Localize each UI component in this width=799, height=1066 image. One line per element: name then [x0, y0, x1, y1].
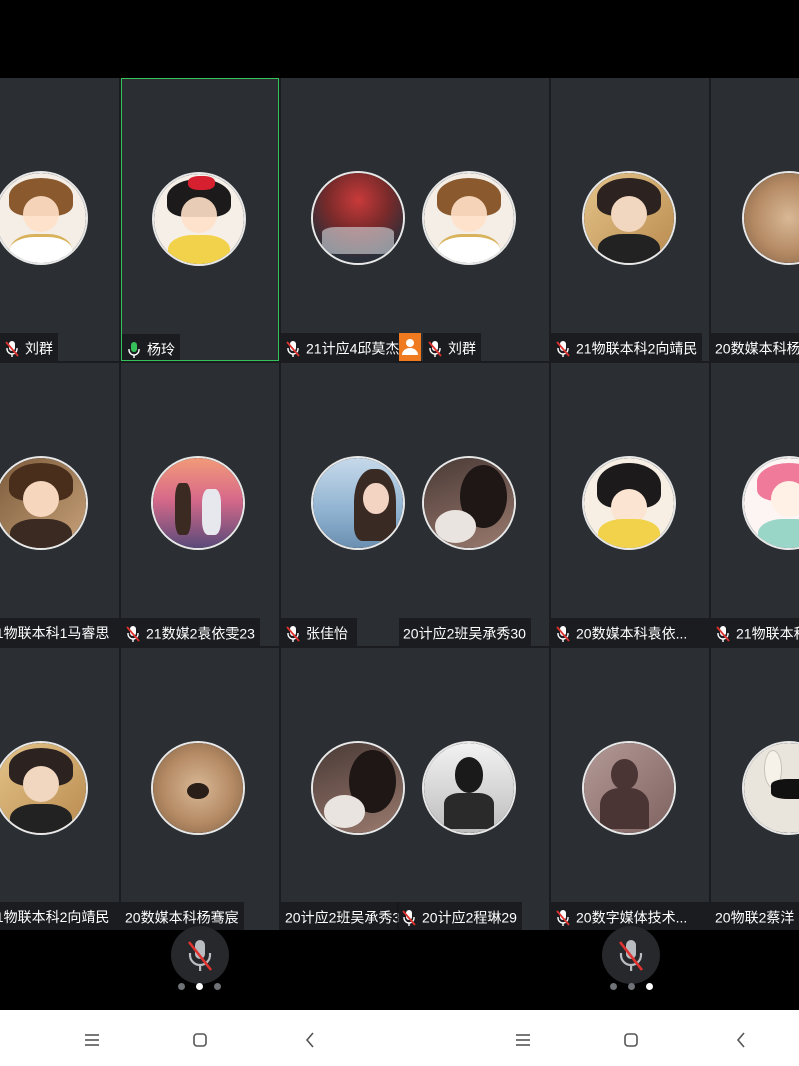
status-bar — [0, 0, 799, 78]
participant-tile[interactable]: 21物联本科2向靖民 — [551, 78, 709, 361]
page-dot[interactable] — [610, 983, 617, 990]
person-icon — [399, 333, 421, 361]
participant-tile-speaking[interactable]: 杨玲 — [121, 78, 279, 361]
participant-name-tag: 刘群 — [423, 333, 481, 361]
menu-icon[interactable] — [511, 1028, 535, 1052]
avatar — [0, 456, 88, 550]
participant-name-tag: 21物联本科1马睿思 — [0, 618, 119, 646]
participant-name-tag: 21数媒2袁依雯23 — [121, 618, 260, 646]
avatar — [582, 456, 676, 550]
avatar — [742, 741, 799, 835]
participant-tile[interactable]: 21物联本科1马睿思 — [0, 363, 119, 646]
mic-muted-icon — [285, 339, 301, 358]
participant-name-tag: 20数媒本科杨骞宸 — [711, 333, 799, 361]
avatar — [422, 456, 516, 550]
participant-name-tag: 20计应2班吴承秀30 — [281, 902, 399, 930]
avatar — [0, 741, 88, 835]
participant-tile[interactable]: 21物联本科1马睿思 — [711, 363, 799, 646]
participant-name-tag: 21物联本科2向靖民 — [0, 902, 119, 930]
participant-name-tag: 刘群 — [0, 333, 58, 361]
page-dot[interactable] — [214, 983, 221, 990]
participant-name-tag: 21物联本科1马睿思 — [711, 618, 799, 646]
mic-off-icon — [187, 940, 213, 971]
participant-name-tag: 21计应4邱莫杰 — [281, 333, 399, 361]
mute-toggle-button[interactable] — [602, 926, 660, 984]
page-indicator — [610, 983, 654, 991]
mic-muted-icon — [715, 624, 731, 643]
participant-tile[interactable]: 20数媒本科袁依... — [551, 363, 709, 646]
participant-tile[interactable]: 张佳怡 20计应2班吴承秀30 — [281, 363, 549, 646]
home-square-icon[interactable] — [619, 1028, 643, 1052]
participant-tile[interactable]: 20物联2蔡洋 — [711, 648, 799, 930]
mic-muted-icon — [555, 624, 571, 643]
avatar — [151, 456, 245, 550]
avatar — [311, 456, 405, 550]
page-dot[interactable] — [178, 983, 185, 990]
back-chevron-icon[interactable] — [298, 1028, 322, 1052]
avatar — [311, 741, 405, 835]
participant-name-tag: 杨玲 — [122, 334, 180, 360]
menu-icon[interactable] — [80, 1028, 104, 1052]
page-dot-active[interactable] — [196, 983, 203, 990]
avatar — [742, 456, 799, 550]
mic-muted-icon — [4, 339, 20, 358]
avatar — [422, 171, 516, 265]
system-nav-bar — [0, 1010, 799, 1066]
participant-name-tag: 20计应2程琳29 — [397, 902, 522, 930]
mic-active-icon — [126, 340, 142, 359]
page-indicator — [178, 983, 222, 991]
participant-name-tag: 20计应2班吴承秀30 — [399, 618, 531, 646]
participant-tile[interactable]: 21计应4邱莫杰 刘群 — [281, 78, 549, 361]
avatar — [742, 171, 799, 265]
mic-muted-icon — [555, 339, 571, 358]
avatar — [582, 741, 676, 835]
page-dot[interactable] — [628, 983, 635, 990]
video-grid: 刘群 杨玲 21计应4邱莫杰 刘群 21物联本科1马睿思 21数媒2袁依雯23 … — [0, 78, 799, 930]
participant-tile[interactable]: 21物联本科2向靖民 — [0, 648, 119, 930]
avatar — [582, 171, 676, 265]
participant-tile[interactable]: 刘群 — [0, 78, 119, 361]
mic-muted-icon — [427, 339, 443, 358]
back-chevron-icon[interactable] — [729, 1028, 753, 1052]
avatar — [152, 172, 246, 266]
participant-tile[interactable]: 20数媒本科杨骞宸 — [121, 648, 279, 930]
participant-name-tag: 20数媒本科袁依... — [551, 618, 709, 646]
participant-name-tag: 20物联2蔡洋 — [711, 902, 799, 930]
participant-name-tag: 张佳怡 — [281, 618, 357, 646]
mic-muted-icon — [555, 908, 571, 927]
participant-tile[interactable]: 20数媒本科杨骞宸 — [711, 78, 799, 361]
avatar — [0, 171, 88, 265]
avatar — [151, 741, 245, 835]
mic-off-icon — [618, 940, 644, 971]
avatar — [311, 171, 405, 265]
participant-tile[interactable]: 20计应2班吴承秀30 20计应2程琳29 — [281, 648, 549, 930]
mic-muted-icon — [125, 624, 141, 643]
page-dot-active[interactable] — [646, 983, 653, 990]
participant-tile[interactable]: 20数字媒体技术... — [551, 648, 709, 930]
mic-muted-icon — [285, 624, 301, 643]
mute-toggle-button[interactable] — [171, 926, 229, 984]
avatar — [422, 741, 516, 835]
home-square-icon[interactable] — [188, 1028, 212, 1052]
participant-name-tag: 21物联本科2向靖民 — [551, 333, 703, 361]
mic-muted-icon — [401, 908, 417, 927]
call-control-bar — [0, 926, 799, 1010]
participant-tile[interactable]: 21数媒2袁依雯23 — [121, 363, 279, 646]
